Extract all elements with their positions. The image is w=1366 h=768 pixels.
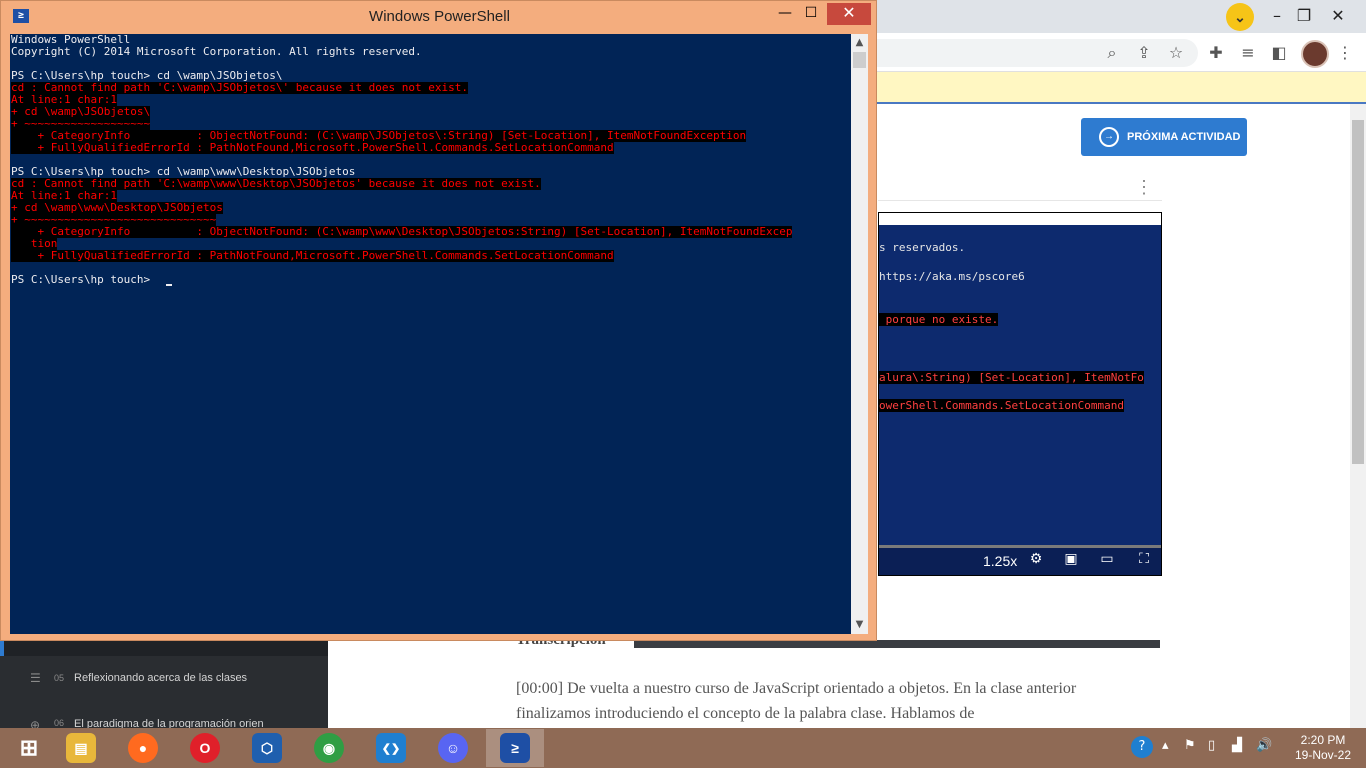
browser-menu-icon[interactable]: ⋮ (1334, 43, 1356, 63)
console-line: Copyright (C) 2014 Microsoft Corporation… (11, 45, 422, 58)
arrow-right-icon: → (1099, 127, 1119, 147)
sidebar-active-item[interactable] (0, 640, 328, 656)
opera-icon: O (190, 733, 220, 763)
browser-maximize-button[interactable]: ❐ (1290, 2, 1318, 30)
console-scrollbar[interactable] (851, 34, 868, 634)
next-activity-label: PRÓXIMA ACTIVIDAD (1127, 131, 1241, 143)
playback-speed[interactable]: 1.25x (983, 553, 1017, 569)
network-icon[interactable]: ▟ (1232, 738, 1242, 753)
divider (878, 200, 1162, 201)
star-icon[interactable]: ☆ (1165, 43, 1187, 63)
fullscreen-icon[interactable]: ⛶ (1134, 551, 1154, 567)
powershell-icon: ≥ (500, 733, 530, 763)
text-cursor (166, 284, 172, 286)
list-icon: ☰ (30, 671, 41, 685)
taskbar-app[interactable]: O (176, 729, 234, 767)
start-button[interactable]: ⊞ (0, 729, 58, 767)
scroll-up-icon[interactable]: ▲ (851, 35, 868, 51)
video-window-titlebar (879, 213, 1161, 225)
console-prompt: PS C:\Users\hp touch> (11, 273, 157, 286)
video-line: owerShell.Commands.SetLocationCommand (879, 399, 1125, 412)
console-error-line: + CategoryInfo : ObjectNotFound: (C:\wam… (11, 225, 793, 238)
video-line: alura\:String) [Set-Location], ItemNotFo (879, 371, 1144, 384)
share-icon[interactable]: ⇪ (1133, 43, 1155, 63)
powershell-window[interactable]: ≥ Windows PowerShell — ☐ ✕ Windows Power… (0, 0, 877, 641)
browser-minimize-button[interactable]: – (1263, 2, 1291, 30)
windows-start-icon: ⊞ (19, 735, 39, 760)
video-controls (879, 545, 1161, 575)
taskbar-app-active[interactable]: ≥ (486, 729, 544, 767)
console-output[interactable]: Windows PowerShell Copyright (C) 2014 Mi… (10, 34, 851, 634)
console-error-line: + FullyQualifiedErrorId : PathNotFound,M… (11, 249, 614, 262)
clock[interactable]: 2:20 PM 19-Nov-22 (1294, 733, 1352, 763)
close-button[interactable]: ✕ (827, 3, 871, 25)
sidebar-item-number: 05 (54, 673, 65, 683)
settings-icon[interactable]: ⚙ (1026, 551, 1046, 567)
profile-avatar[interactable] (1301, 40, 1329, 68)
file-explorer-icon: ▤ (66, 733, 96, 763)
help-icon[interactable]: ? (1131, 736, 1153, 758)
clock-date: 19-Nov-22 (1294, 748, 1352, 762)
clock-time: 2:20 PM (1300, 733, 1346, 747)
miniplayer-icon[interactable]: ▣ (1061, 551, 1081, 567)
video-progress-bar[interactable] (879, 545, 1161, 548)
chrome-icon: ◉ (314, 733, 344, 763)
sidebar-item-label: Reflexionando acerca de las clases (74, 672, 248, 684)
scroll-down-icon[interactable]: ▼ (851, 617, 868, 633)
sidebar-item[interactable]: ⊕ 06 El paradigma de la programación ori… (30, 718, 264, 728)
video-line: s reservados. (879, 241, 966, 254)
tab-search-chevron-icon[interactable]: ⌄ (1226, 3, 1254, 31)
firefox-icon: ● (128, 733, 158, 763)
minimize-button[interactable]: — (771, 3, 799, 25)
video-line: https://aka.ms/pscore6 (879, 270, 1025, 283)
search-icon[interactable]: ⌕ (1101, 43, 1123, 63)
side-panel-icon[interactable]: ◧ (1268, 43, 1290, 63)
sidebar-item-label: El paradigma de la programación orien (74, 718, 264, 728)
sidebar-item-number: 06 (54, 718, 65, 728)
maximize-button[interactable]: ☐ (799, 3, 823, 25)
taskbar-app[interactable]: ☺ (424, 729, 482, 767)
device-icon[interactable]: ▯ (1208, 738, 1215, 753)
video-line: porque no existe. (879, 313, 999, 326)
window-title: Windows PowerShell (369, 8, 510, 25)
theater-icon[interactable]: ▭ (1097, 551, 1117, 567)
volume-icon[interactable]: 🔊 (1256, 738, 1272, 753)
extensions-icon[interactable]: ✚ (1205, 43, 1227, 63)
next-activity-button[interactable]: → PRÓXIMA ACTIVIDAD (1081, 118, 1247, 156)
reading-list-icon[interactable]: ≡ (1237, 43, 1259, 63)
flag-icon[interactable]: ⚑ (1184, 738, 1196, 753)
page-scroll-thumb[interactable] (1352, 120, 1364, 464)
plus-circle-icon: ⊕ (30, 718, 41, 728)
taskbar-app[interactable]: ▤ (52, 729, 110, 767)
video-player[interactable]: s reservados. https://aka.ms/pscore6 por… (878, 212, 1162, 576)
transcript-rule (634, 640, 1160, 648)
more-options-icon[interactable]: ⋮ (1134, 174, 1154, 200)
browser-close-button[interactable]: ✕ (1324, 2, 1352, 30)
sidebar-item[interactable]: ☰ 05 Reflexionando acerca de las clases (30, 671, 247, 685)
transcript-text: [00:00] De vuelta a nuestro curso de Jav… (516, 680, 1077, 722)
vscode-icon: ❮❯ (376, 733, 406, 763)
discord-icon: ☺ (438, 733, 468, 763)
taskbar-app[interactable]: ⬡ (238, 729, 296, 767)
app-icon: ⬡ (252, 733, 282, 763)
console-error-line: + FullyQualifiedErrorId : PathNotFound,M… (11, 141, 614, 154)
taskbar-app[interactable]: ● (114, 729, 172, 767)
show-hidden-icons-icon[interactable]: ▴ (1162, 738, 1169, 753)
taskbar-app[interactable]: ❮❯ (362, 729, 420, 767)
taskbar-app[interactable]: ◉ (300, 729, 358, 767)
console-scroll-thumb[interactable] (853, 52, 866, 68)
